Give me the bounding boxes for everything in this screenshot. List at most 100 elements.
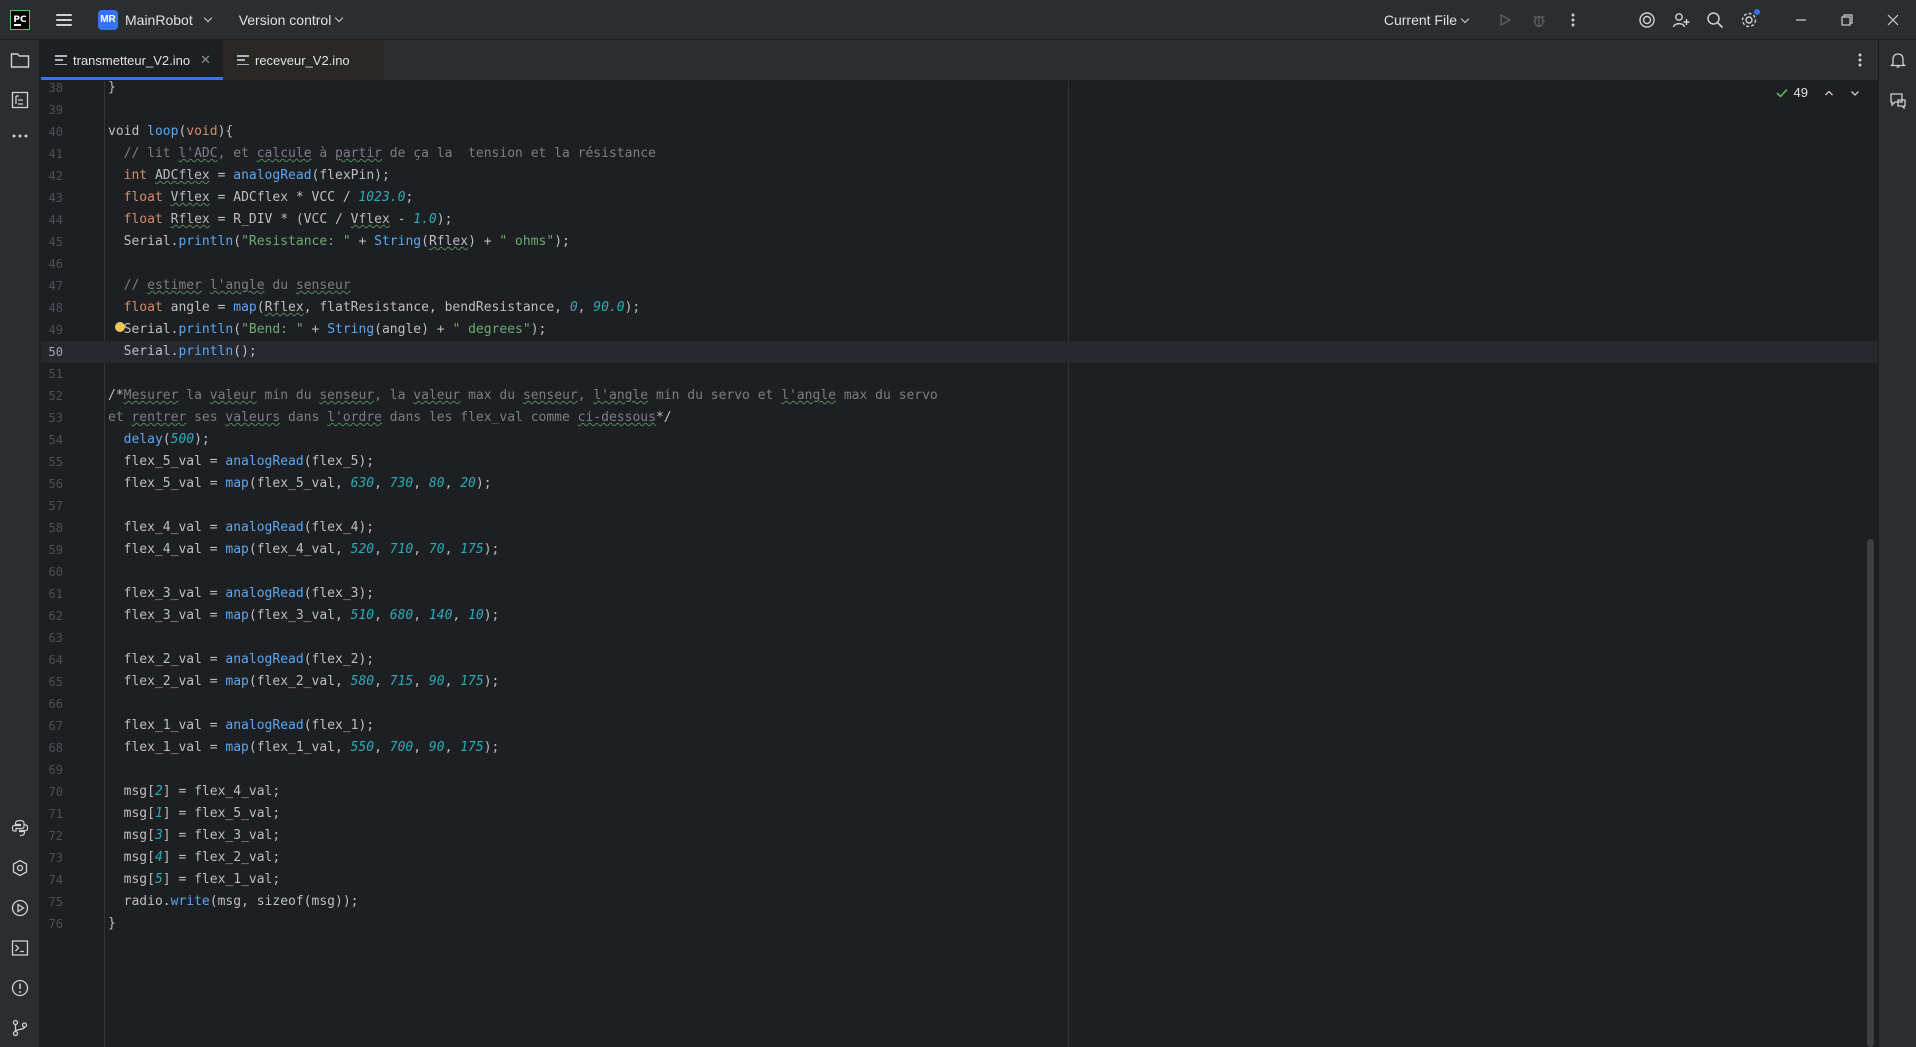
code-text: msg[5] = flex_1_val; [108,869,281,891]
code-line[interactable]: 51 [41,363,1878,385]
code-line[interactable]: 44 float Rflex = R_DIV * (VCC / Vflex - … [41,209,1878,231]
version-control-menu[interactable]: Version control [233,8,349,32]
code-with-me-icon[interactable] [1664,4,1698,36]
code-line[interactable]: 48 float angle = map(Rflex, flatResistan… [41,297,1878,319]
code-line[interactable]: 72 msg[3] = flex_3_val; [41,825,1878,847]
code-line[interactable]: 49 Serial.println("Bend: " + String(angl… [41,319,1878,341]
code-text: msg[4] = flex_2_val; [108,847,281,869]
code-line[interactable]: 55 flex_5_val = analogRead(flex_5); [41,451,1878,473]
code-line[interactable]: 50 Serial.println(); [41,341,1878,363]
code-text: et rentrer ses valeurs dans l'ordre dans… [108,407,672,429]
line-number: 64 [48,653,63,667]
code-line[interactable]: 68 flex_1_val = map(flex_1_val, 550, 700… [41,737,1878,759]
run-configuration-selector[interactable]: Current File [1384,12,1470,28]
code-line[interactable]: 64 flex_2_val = analogRead(flex_2); [41,649,1878,671]
code-token: 630 [350,476,375,491]
code-line[interactable]: 58 flex_4_val = analogRead(flex_4); [41,517,1878,539]
code-line[interactable]: 65 flex_2_val = map(flex_2_val, 580, 715… [41,671,1878,693]
main-menu-icon[interactable] [56,13,72,26]
code-line[interactable]: 40 void loop(void){ [41,121,1878,143]
code-token: 3 [154,828,163,843]
search-icon[interactable] [1698,4,1732,36]
code-line[interactable]: 60 [41,561,1878,583]
code-text: int ADCflex = analogRead(flexPin); [108,165,390,187]
notifications-bell-icon[interactable] [1886,48,1910,72]
close-icon[interactable]: ✕ [200,52,211,68]
code-line[interactable]: 42 int ADCflex = analogRead(flexPin); [41,165,1878,187]
code-line[interactable]: 74 msg[5] = flex_1_val; [41,869,1878,891]
chevron-down-icon [335,13,344,23]
terminal-icon[interactable] [8,936,32,960]
tab-options-icon[interactable] [1858,52,1862,71]
code-token: (flex_1_val, [248,740,351,755]
code-line[interactable]: 47 // estimer l'angle du senseur [41,275,1878,297]
chevron-down-icon [1460,14,1470,23]
code-line[interactable]: 67 flex_1_val = analogRead(flex_1); [41,715,1878,737]
ai-assistant-icon[interactable] [1630,4,1664,36]
code-token: ] = flex_5_val; [162,806,281,821]
chevron-down-icon [203,13,212,23]
close-window-icon[interactable] [1870,0,1916,40]
code-token: 1.0 [413,212,437,227]
code-line[interactable]: 38} [41,81,1878,99]
code-line[interactable]: 41 // lit l'ADC, et calcule à partir de … [41,143,1878,165]
code-line[interactable]: 73 msg[4] = flex_2_val; [41,847,1878,869]
code-token: l'angle [781,388,836,403]
settings-gear-icon[interactable] [1732,4,1766,36]
code-line[interactable]: 61 flex_3_val = analogRead(flex_3); [41,583,1878,605]
intention-bulb-icon[interactable] [115,322,125,332]
ai-chat-icon[interactable] [1886,88,1910,112]
run-tool-icon[interactable] [8,896,32,920]
restore-window-icon[interactable] [1824,0,1870,40]
code-line[interactable]: 45 Serial.println("Resistance: " + Strin… [41,231,1878,253]
code-line[interactable]: 56 flex_5_val = map(flex_5_val, 630, 730… [41,473,1878,495]
inspection-widget[interactable]: 49 [1775,85,1860,100]
code-token: ] = flex_3_val; [162,828,281,843]
structure-icon[interactable] [8,88,32,112]
run-icon[interactable] [1488,4,1522,36]
code-token: (msg, sizeof(msg)); [209,894,359,909]
tab-receveur[interactable]: receveur_V2.ino [222,40,384,80]
python-packages-icon[interactable] [8,816,32,840]
vertical-scrollbar[interactable] [1867,539,1874,1047]
project-selector[interactable]: MR MainRobot [92,6,217,34]
debug-icon[interactable] [1522,4,1556,36]
code-line[interactable]: 63 [41,627,1878,649]
pycharm-logo-icon[interactable]: PC [10,9,30,30]
code-line[interactable]: 43 float Vflex = ADCflex * VCC / 1023.0; [41,187,1878,209]
more-tool-windows-icon[interactable] [8,124,32,148]
code-token: ( [162,432,171,447]
code-line[interactable]: 57 [41,495,1878,517]
code-line[interactable]: 71 msg[1] = flex_5_val; [41,803,1878,825]
services-icon[interactable] [8,856,32,880]
code-line[interactable]: 75 radio.write(msg, sizeof(msg)); [41,891,1878,913]
code-token: + [350,234,375,249]
code-token: , [444,740,461,755]
code-line[interactable]: 53 et rentrer ses valeurs dans l'ordre da… [41,407,1878,429]
project-folder-icon[interactable] [8,48,32,72]
code-text: radio.write(msg, sizeof(msg)); [108,891,359,913]
code-line[interactable]: 54 delay(500); [41,429,1878,451]
code-token: 710 [389,542,414,557]
code-line[interactable]: 52/*Mesurer la valeur min du senseur, la… [41,385,1878,407]
code-editor[interactable]: 38} 39 40 void loop(void){41 // lit l'ADC, … [41,81,1878,1047]
code-token: ); [554,234,570,249]
code-line[interactable]: 46 [41,253,1878,275]
code-line[interactable]: 62 flex_3_val = map(flex_3_val, 510, 680… [41,605,1878,627]
project-name: MainRobot [125,11,193,28]
more-actions-icon[interactable] [1556,4,1590,36]
git-branch-icon[interactable] [8,1016,32,1040]
tab-transmetteur[interactable]: transmetteur_V2.ino ✕ [41,40,223,80]
code-line[interactable]: 66 [41,693,1878,715]
problems-icon[interactable] [8,976,32,1000]
code-token: , [444,476,461,491]
code-line[interactable]: 70 msg[2] = flex_4_val; [41,781,1878,803]
code-line[interactable]: 39 [41,99,1878,121]
line-number: 56 [48,477,63,491]
code-token: ADCflex [154,168,210,183]
code-line[interactable]: 69 [41,759,1878,781]
code-token: Vflex [350,212,390,227]
minimize-window-icon[interactable] [1778,0,1824,40]
code-line[interactable]: 76} [41,913,1878,935]
code-line[interactable]: 59 flex_4_val = map(flex_4_val, 520, 710… [41,539,1878,561]
